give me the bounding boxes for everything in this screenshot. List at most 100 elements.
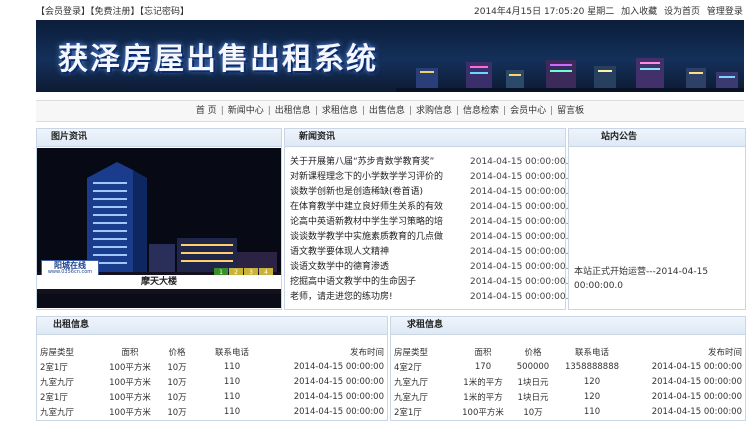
rent-info-panel: 出租信息 房屋类型 面积 价格 联系电话 发布时间 2室1厅 100平方米 10万 1… [36, 316, 388, 421]
cell: 2014-04-15 00:00:00 [651, 391, 742, 402]
photo-caption[interactable]: 摩天大楼 [37, 275, 281, 289]
cell: 2014-04-15 00:00:00 [651, 361, 742, 372]
nav-news-center[interactable]: 新闻中心 [226, 106, 266, 116]
rent-table: 房屋类型 面积 价格 联系电话 发布时间 2室1厅 100平方米 10万 110 201… [40, 344, 384, 419]
cell: 2014-04-15 00:00:00 [293, 361, 384, 372]
col-house-type: 房屋类型 [40, 347, 75, 358]
nav-want-rent[interactable]: 求租信息 [320, 106, 360, 116]
cell: 4室2厅 [394, 362, 422, 373]
cell: 2014-04-15 00:00:00 [293, 376, 384, 387]
cell: 1358888888 [564, 361, 620, 372]
news-title[interactable]: 谈数学创新也是创造稀缺(卷首语) [290, 185, 464, 200]
col-phone: 联系电话 [214, 347, 249, 358]
admin-login-link[interactable]: 管理登录 [707, 7, 743, 17]
picture-news-panel: 图片资讯 阳城在线 www.0356cn.com 1234 摩天大楼 [36, 128, 282, 310]
col-price: 价格 [168, 347, 186, 358]
free-register-link[interactable]: 【免费注册】 [90, 7, 140, 17]
news-item: 论高中英语新教材中学生学习策略的培 2014-04-15 00:00:00.0 [290, 215, 574, 230]
news-date: 2014-04-15 00:00:00.0 [470, 292, 575, 302]
cell: 110 [223, 361, 241, 372]
news-title[interactable]: 谈语文数学中的德育渗透 [290, 260, 464, 275]
table-header-row: 房屋类型 面积 价格 联系电话 发布时间 [394, 344, 742, 359]
nav-separator: | [456, 106, 460, 116]
table-row[interactable]: 九室九厅 100平方米 10万 110 2014-04-15 00:00:00 [40, 404, 384, 419]
cell: 10万 [167, 362, 187, 373]
col-publish-time: 发布时间 [349, 347, 384, 358]
notice-panel: 站内公告 本站正式开始运营---2014-04-15 00:00:00.0 [568, 128, 746, 310]
cell: 100平方米 [109, 392, 151, 403]
news-date: 2014-04-15 00:00:00.0 [470, 232, 575, 242]
cell: 2014-04-15 00:00:00 [651, 406, 742, 417]
want-rent-header: 求租信息 [391, 317, 745, 335]
news-title[interactable]: 语文教学要体现人文精神 [290, 245, 464, 260]
nav-separator: | [220, 106, 224, 116]
col-house-type: 房屋类型 [394, 347, 429, 358]
nav-rent-info[interactable]: 出租信息 [273, 106, 313, 116]
col-price: 价格 [524, 347, 542, 358]
news-title[interactable]: 关于开展第八届“苏步青数学教育奖” [290, 155, 464, 170]
table-row[interactable]: 2室1厅 100平方米 10万 110 2014-04-15 00:00:00 [40, 389, 384, 404]
cell: 2014-04-15 00:00:00 [293, 391, 384, 402]
notice-header: 站内公告 [569, 129, 745, 147]
cell: 1块日元 [517, 392, 549, 403]
news-item: 关于开展第八届“苏步青数学教育奖” 2014-04-15 00:00:00.0 [290, 155, 574, 170]
cell: 100平方米 [462, 407, 504, 418]
cell: 110 [223, 376, 241, 387]
news-item: 对新课程理念下的小学数学学习评价的 2014-04-15 00:00:00.0 [290, 170, 574, 185]
cell: 2室1厅 [40, 362, 68, 373]
cell: 2室1厅 [394, 407, 422, 418]
nav-search[interactable]: 信息检索 [461, 106, 501, 116]
cell: 10万 [523, 407, 543, 418]
news-date: 2014-04-15 00:00:00.0 [470, 262, 575, 272]
cell: 九室九厅 [394, 377, 429, 388]
news-item: 谈谈数学教学中实施素质教育的几点做 2014-04-15 00:00:00.0 [290, 230, 574, 245]
nav-separator: | [361, 106, 365, 116]
table-row[interactable]: 4室2厅 170 500000 1358888888 2014-04-15 00:00:… [394, 359, 742, 374]
news-title[interactable]: 在体育教学中建立良好师生关系的有效 [290, 200, 464, 215]
nav-member-center[interactable]: 会员中心 [508, 106, 548, 116]
table-row[interactable]: 2室1厅 100平方米 10万 110 2014-04-15 00:00:00 [394, 404, 742, 419]
set-homepage-link[interactable]: 设为首页 [664, 7, 700, 17]
news-title[interactable]: 老师，请走进您的练功房! [290, 290, 464, 305]
nav-message-board[interactable]: 留言板 [555, 106, 586, 116]
rent-info-header: 出租信息 [37, 317, 387, 335]
news-title[interactable]: 论高中英语新教材中学生学习策略的培 [290, 215, 464, 230]
col-area: 面积 [121, 347, 139, 358]
news-item: 老师，请走进您的练功房! 2014-04-15 00:00:00.0 [290, 290, 574, 305]
table-row[interactable]: 2室1厅 100平方米 10万 110 2014-04-15 00:00:00 [40, 359, 384, 374]
news-title[interactable]: 对新课程理念下的小学数学学习评价的 [290, 170, 464, 185]
news-item: 谈数学创新也是创造稀缺(卷首语) 2014-04-15 00:00:00.0 [290, 185, 574, 200]
cell: 100平方米 [109, 377, 151, 388]
cell: 九室九厅 [40, 377, 75, 388]
nav-sale-info[interactable]: 出售信息 [367, 106, 407, 116]
notice-text[interactable]: 本站正式开始运营---2014-04-15 00:00:00.0 [574, 265, 724, 293]
table-row[interactable]: 九室九厅 1米的平方 1块日元 120 2014-04-15 00:00:00 [394, 389, 742, 404]
cell: 1块日元 [517, 377, 549, 388]
site-banner: 获泽房屋出售出租系统 [36, 20, 744, 92]
current-datetime: 2014年4月15日 17:05:20 星期二 [474, 7, 615, 17]
table-row[interactable]: 九室九厅 1米的平方 1块日元 120 2014-04-15 00:00:00 [394, 374, 742, 389]
news-item: 谈语文数学中的德育渗透 2014-04-15 00:00:00.0 [290, 260, 574, 275]
member-login-link[interactable]: 【会员登录】 [36, 7, 90, 17]
site-title: 获泽房屋出售出租系统 [58, 42, 378, 77]
nav-home[interactable]: 首 页 [194, 106, 219, 116]
nav-want-buy[interactable]: 求购信息 [414, 106, 454, 116]
table-row[interactable]: 九室九厅 100平方米 10万 110 2014-04-15 00:00:00 [40, 374, 384, 389]
main-nav: 首 页 | 新闻中心 | 出租信息 | 求租信息 | 出售信息 | 求购信息 | 信息检索 | 会员中心 | 留… [36, 100, 744, 122]
account-links: 【会员登录】【免费注册】【忘记密码】 [36, 4, 189, 17]
table-header-row: 房屋类型 面积 价格 联系电话 发布时间 [40, 344, 384, 359]
nav-separator: | [408, 106, 412, 116]
news-date: 2014-04-15 00:00:00.0 [470, 277, 575, 287]
col-area: 面积 [474, 347, 492, 358]
forgot-password-link[interactable]: 【忘记密码】 [140, 7, 190, 17]
news-title[interactable]: 谈谈数学教学中实施素质教育的几点做 [290, 230, 464, 245]
cell: 120 [583, 391, 601, 402]
cell: 2室1厅 [40, 392, 68, 403]
news-date: 2014-04-15 00:00:00.0 [470, 157, 575, 167]
news-date: 2014-04-15 00:00:00.0 [470, 217, 575, 227]
want-rent-table: 房屋类型 面积 价格 联系电话 发布时间 4室2厅 170 500000 135888… [394, 344, 742, 419]
news-title[interactable]: 挖掘高中语文教学中的生命因子 [290, 275, 464, 290]
news-item: 挖掘高中语文教学中的生命因子 2014-04-15 00:00:00.0 [290, 275, 574, 290]
cell: 110 [223, 391, 241, 402]
add-favorite-link[interactable]: 加入收藏 [621, 7, 657, 17]
